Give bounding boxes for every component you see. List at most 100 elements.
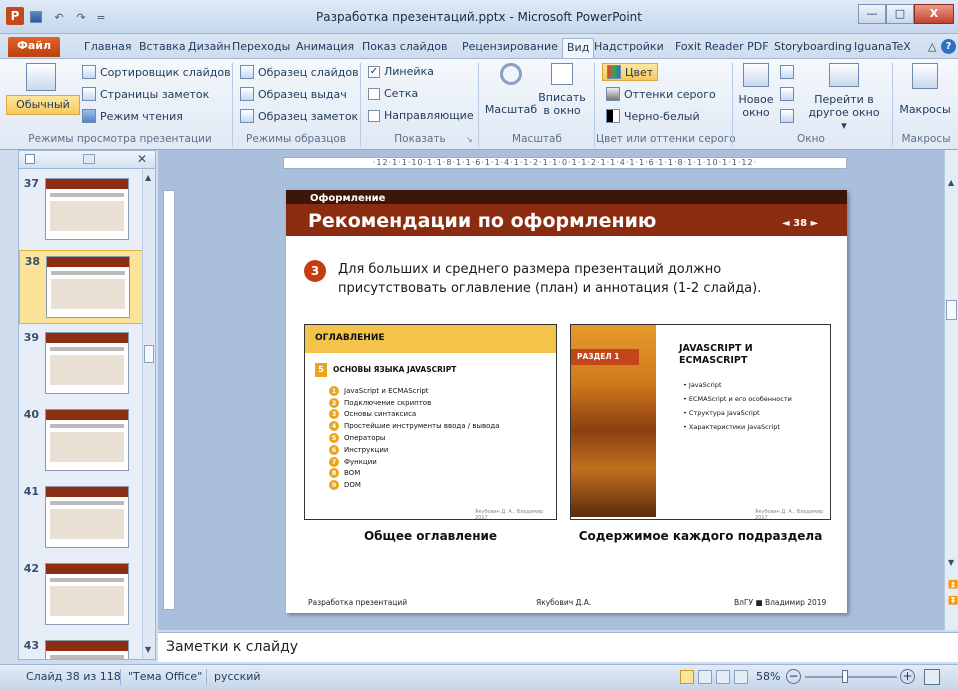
- thumbnail-slide[interactable]: 39: [19, 327, 143, 401]
- editor-scrollbar[interactable]: ▲ ▼ ⏫ ⏬: [944, 150, 958, 630]
- caption-left: Общее оглавление: [363, 529, 498, 543]
- notes-page-icon: [82, 87, 96, 101]
- tab-10[interactable]: Storyboarding: [770, 38, 856, 58]
- zoom-level[interactable]: 58%: [756, 670, 780, 683]
- tab-4[interactable]: Анимация: [292, 38, 358, 58]
- slides-tab-icon[interactable]: [25, 154, 35, 164]
- scroll-up-icon[interactable]: ▲: [948, 178, 954, 187]
- previous-slide-icon[interactable]: ⏫: [948, 580, 958, 589]
- tab-file[interactable]: Файл: [8, 37, 60, 57]
- cascade-icon[interactable]: [780, 87, 794, 101]
- switch-windows-button[interactable]: Перейти в другое окно ▾: [806, 63, 882, 132]
- tab-6[interactable]: Рецензирование: [458, 38, 562, 58]
- group-separator: [478, 63, 479, 147]
- window-title: Разработка презентаций.pptx - Microsoft …: [316, 10, 642, 24]
- zoom-out-button[interactable]: −: [786, 669, 801, 684]
- outline-tab-icon[interactable]: [83, 154, 95, 164]
- tab-3[interactable]: Переходы: [228, 38, 294, 58]
- zoom-slider-track[interactable]: [805, 676, 897, 678]
- slide-sorter-button[interactable]: Сортировщик слайдов: [82, 65, 231, 79]
- arrange-all-icon[interactable]: [780, 65, 794, 79]
- minimize-button[interactable]: —: [858, 4, 886, 24]
- color-swatch-icon: [607, 65, 621, 79]
- group-separator: [594, 63, 595, 147]
- handout-master-button[interactable]: Образец выдач: [240, 87, 347, 101]
- fit-to-window-button[interactable]: Вписать в окно: [538, 63, 586, 129]
- reading-view-icon: [82, 109, 96, 123]
- thumbnail-image: [45, 640, 129, 659]
- scroll-thumb[interactable]: [946, 300, 957, 320]
- slide-body-text[interactable]: Для больших и среднего размера презентац…: [338, 260, 828, 298]
- group-separator: [232, 63, 233, 147]
- slide-title[interactable]: Рекомендации по оформлению: [308, 210, 656, 232]
- thumbnail-slide[interactable]: 42: [19, 558, 143, 632]
- grid-check-icon: [368, 87, 380, 100]
- color-button[interactable]: Цвет: [602, 63, 659, 81]
- thumbnail-slide[interactable]: 41: [19, 481, 143, 555]
- toc-item-text: Основы синтаксиса: [344, 410, 417, 419]
- scroll-down-icon[interactable]: ▼: [948, 558, 954, 567]
- title-bar: P ↶ ↷ = Разработка презентаций.pptx - Mi…: [0, 0, 958, 34]
- normal-view-icon[interactable]: [680, 670, 694, 684]
- black-white-button[interactable]: Черно-белый: [606, 109, 700, 123]
- move-split-icon[interactable]: [780, 109, 794, 123]
- guides-checkbox[interactable]: Направляющие: [368, 109, 474, 122]
- toc-item: 7 Функции: [329, 456, 549, 468]
- thumbnail-slide[interactable]: 40: [19, 404, 143, 478]
- fit-slide-icon[interactable]: [924, 669, 940, 685]
- grid-checkbox[interactable]: Сетка: [368, 87, 418, 100]
- close-panel-icon[interactable]: ✕: [137, 152, 147, 166]
- slide-sorter-icon[interactable]: [698, 670, 712, 684]
- thumbnail-image: [45, 486, 129, 548]
- reading-view-button[interactable]: Режим чтения: [82, 109, 183, 123]
- notes-pane[interactable]: Заметки к слайду: [158, 632, 958, 662]
- reading-view-icon[interactable]: [716, 670, 730, 684]
- group-separator: [732, 63, 733, 147]
- notes-master-button[interactable]: Образец заметок: [240, 109, 358, 123]
- theme-name[interactable]: "Тема Office": [128, 670, 202, 683]
- macros-button[interactable]: Макросы: [896, 63, 954, 129]
- ruler-checkbox[interactable]: ✓ Линейка: [368, 65, 434, 78]
- thumbnail-slide[interactable]: 43: [19, 635, 143, 659]
- tab-5[interactable]: Показ слайдов: [358, 38, 452, 58]
- js-badge-icon: 5: [315, 363, 327, 377]
- thumbnail-slide[interactable]: 37: [19, 173, 143, 247]
- scroll-thumb[interactable]: [144, 345, 154, 363]
- thumbnail-slide[interactable]: 38: [19, 250, 143, 324]
- tab-0[interactable]: Главная: [80, 38, 136, 58]
- dialog-launcher-icon[interactable]: ↘: [466, 135, 473, 144]
- slideshow-icon[interactable]: [734, 670, 748, 684]
- zoom-in-button[interactable]: +: [900, 669, 915, 684]
- grayscale-button[interactable]: Оттенки серого: [606, 87, 716, 101]
- close-button[interactable]: X: [914, 4, 954, 24]
- group-label-zoom: Масштаб: [512, 133, 562, 145]
- minimize-ribbon-icon[interactable]: △: [924, 38, 940, 58]
- thumbnail-scrollbar[interactable]: ▲ ▼: [142, 169, 155, 659]
- toc-item-text: DOM: [344, 481, 361, 490]
- new-window-button[interactable]: Новое окно: [736, 63, 776, 129]
- slide-canvas[interactable]: Оформление Рекомендации по оформлению ◄ …: [286, 190, 847, 613]
- section-list-item: • Структура JavaScript: [683, 409, 760, 417]
- slide-navigation: ◄ 38 ►: [782, 218, 819, 229]
- slide-master-button[interactable]: Образец слайдов: [240, 65, 359, 79]
- tab-1[interactable]: Вставка: [135, 38, 190, 58]
- next-slide-icon[interactable]: ⏬: [948, 596, 958, 605]
- help-icon[interactable]: ?: [941, 39, 956, 54]
- toc-number: 1: [329, 385, 339, 396]
- language-indicator[interactable]: русский: [214, 670, 261, 683]
- thumbnail-number: 39: [23, 331, 39, 344]
- notes-page-button[interactable]: Страницы заметок: [82, 87, 209, 101]
- maximize-button[interactable]: □: [886, 4, 914, 24]
- scroll-down-icon[interactable]: ▼: [145, 645, 151, 654]
- toc-number: 5: [329, 433, 339, 444]
- zoom-button[interactable]: Масштаб: [484, 63, 538, 129]
- tab-8[interactable]: Надстройки: [590, 38, 668, 58]
- fit-window-icon: [551, 63, 573, 85]
- scroll-up-icon[interactable]: ▲: [145, 173, 151, 182]
- normal-view-button[interactable]: Обычный: [6, 63, 80, 123]
- horizontal-ruler: ·12·1·1·10·1·1·8·1·1·6·1·1·4·1·1·2·1·1·0…: [283, 157, 847, 169]
- thumbnail-image: [46, 256, 130, 318]
- tab-9[interactable]: Foxit Reader PDF: [671, 38, 773, 58]
- tab-11[interactable]: IguanaTeX: [850, 38, 915, 58]
- zoom-slider-thumb[interactable]: [842, 670, 848, 683]
